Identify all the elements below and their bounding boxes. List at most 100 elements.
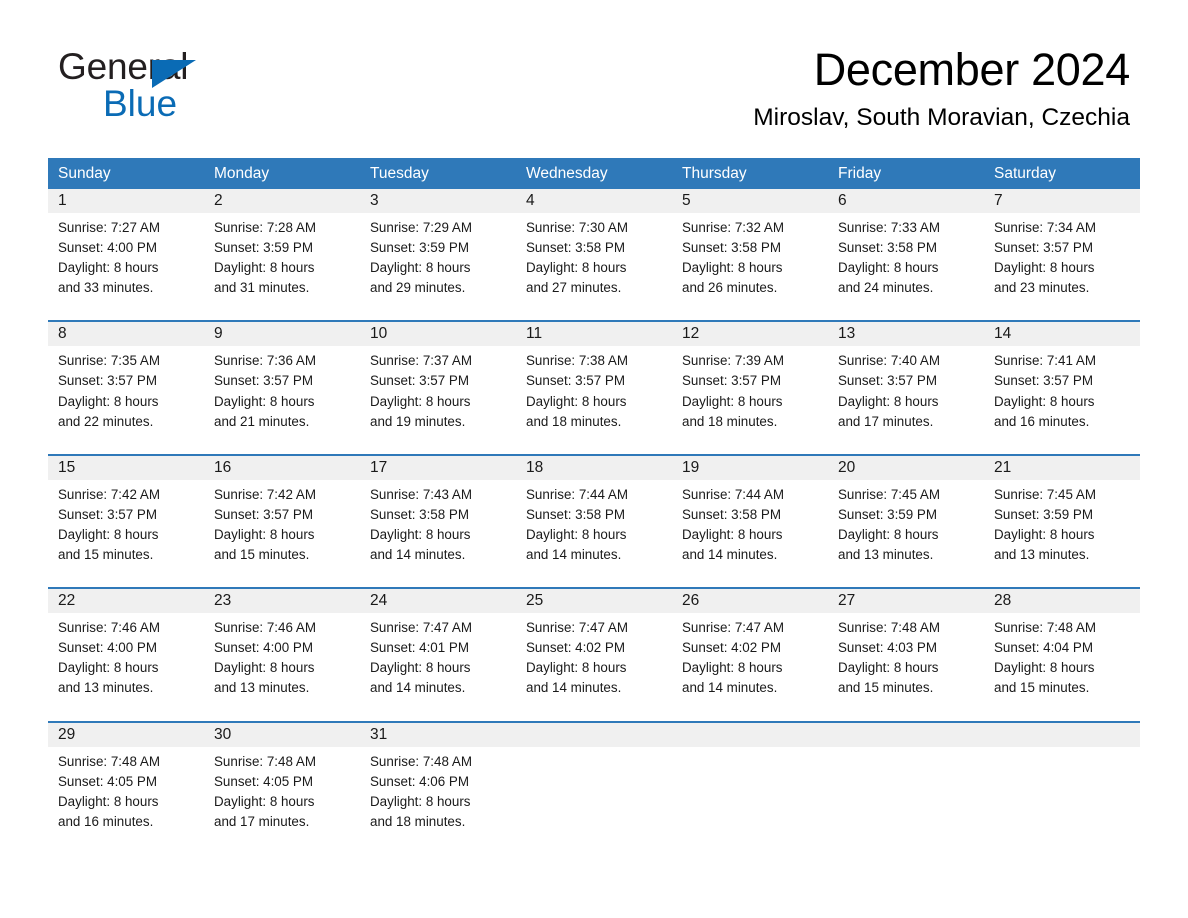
day-number[interactable]: 27	[828, 589, 984, 613]
day-cell[interactable]: Sunrise: 7:32 AM Sunset: 3:58 PM Dayligh…	[672, 218, 828, 298]
day-number[interactable]: 6	[828, 189, 984, 213]
sunrise-text: Sunrise: 7:48 AM	[370, 753, 472, 769]
page-title: December 2024	[813, 44, 1131, 95]
day-cell[interactable]: Sunrise: 7:47 AM Sunset: 4:01 PM Dayligh…	[360, 618, 516, 698]
calendar-table: Sunday Monday Tuesday Wednesday Thursday…	[48, 158, 1140, 836]
sunset-text: Sunset: 3:57 PM	[994, 240, 1093, 256]
day-cell[interactable]: Sunrise: 7:48 AM Sunset: 4:05 PM Dayligh…	[204, 752, 360, 832]
day-number[interactable]: 7	[984, 189, 1140, 213]
brand-name-blue: Blue	[103, 83, 178, 124]
day-cell[interactable]: Sunrise: 7:34 AM Sunset: 3:57 PM Dayligh…	[984, 218, 1140, 298]
day-cell[interactable]: Sunrise: 7:27 AM Sunset: 4:00 PM Dayligh…	[48, 218, 204, 298]
weekday-header-row: Sunday Monday Tuesday Wednesday Thursday…	[48, 158, 1140, 189]
sunrise-text: Sunrise: 7:45 AM	[994, 486, 1096, 502]
sunrise-text: Sunrise: 7:44 AM	[526, 486, 628, 502]
daylight-text-line2: and 16 minutes.	[994, 413, 1090, 429]
day-number[interactable]: 25	[516, 589, 672, 613]
day-number[interactable]: 17	[360, 456, 516, 480]
daylight-text-line1: Daylight: 8 hours	[214, 660, 315, 676]
weekday-header-monday: Monday	[214, 165, 270, 182]
day-cell[interactable]: Sunrise: 7:46 AM Sunset: 4:00 PM Dayligh…	[204, 618, 360, 698]
day-number[interactable]: 2	[204, 189, 360, 213]
sunset-text: Sunset: 3:57 PM	[682, 373, 781, 389]
day-number[interactable]: 18	[516, 456, 672, 480]
sunset-text: Sunset: 4:00 PM	[58, 240, 157, 256]
weekday-header-friday: Friday	[838, 165, 882, 182]
day-cell[interactable]: Sunrise: 7:36 AM Sunset: 3:57 PM Dayligh…	[204, 351, 360, 431]
day-number[interactable]: 29	[48, 723, 204, 747]
day-number[interactable]: 21	[984, 456, 1140, 480]
week-spacer	[48, 302, 1140, 321]
day-number[interactable]: 26	[672, 589, 828, 613]
day-cell[interactable]: Sunrise: 7:44 AM Sunset: 3:58 PM Dayligh…	[672, 485, 828, 565]
day-cell[interactable]: Sunrise: 7:48 AM Sunset: 4:03 PM Dayligh…	[828, 618, 984, 698]
day-number[interactable]: 20	[828, 456, 984, 480]
day-number[interactable]: 15	[48, 456, 204, 480]
day-cell[interactable]: Sunrise: 7:38 AM Sunset: 3:57 PM Dayligh…	[516, 351, 672, 431]
day-number[interactable]: 9	[204, 322, 360, 346]
day-number[interactable]: 16	[204, 456, 360, 480]
day-cell[interactable]: Sunrise: 7:45 AM Sunset: 3:59 PM Dayligh…	[828, 485, 984, 565]
day-cell[interactable]: Sunrise: 7:37 AM Sunset: 3:57 PM Dayligh…	[360, 351, 516, 431]
sunrise-text: Sunrise: 7:45 AM	[838, 486, 940, 502]
day-number[interactable]: 8	[48, 322, 204, 346]
day-cell[interactable]: Sunrise: 7:30 AM Sunset: 3:58 PM Dayligh…	[516, 218, 672, 298]
day-cell[interactable]: Sunrise: 7:42 AM Sunset: 3:57 PM Dayligh…	[48, 485, 204, 565]
day-cell[interactable]: Sunrise: 7:47 AM Sunset: 4:02 PM Dayligh…	[672, 618, 828, 698]
sunset-text: Sunset: 3:58 PM	[682, 506, 781, 522]
day-cell[interactable]: Sunrise: 7:41 AM Sunset: 3:57 PM Dayligh…	[984, 351, 1140, 431]
day-cell[interactable]: Sunrise: 7:40 AM Sunset: 3:57 PM Dayligh…	[828, 351, 984, 431]
day-number[interactable]: 31	[360, 723, 516, 747]
day-cell[interactable]: Sunrise: 7:45 AM Sunset: 3:59 PM Dayligh…	[984, 485, 1140, 565]
day-cell[interactable]: Sunrise: 7:44 AM Sunset: 3:58 PM Dayligh…	[516, 485, 672, 565]
daylight-text-line1: Daylight: 8 hours	[58, 793, 159, 809]
daylight-text-line1: Daylight: 8 hours	[370, 793, 471, 809]
date-number-band: 22 23 24 25 26 27 28	[48, 589, 1140, 614]
daylight-text-line1: Daylight: 8 hours	[526, 393, 627, 409]
brand-logo[interactable]: General Blue	[58, 48, 318, 124]
daylight-text-line2: and 15 minutes.	[214, 547, 310, 563]
day-number[interactable]: 5	[672, 189, 828, 213]
day-number[interactable]: 22	[48, 589, 204, 613]
day-number[interactable]: 4	[516, 189, 672, 213]
day-number[interactable]: 23	[204, 589, 360, 613]
day-cell[interactable]: Sunrise: 7:46 AM Sunset: 4:00 PM Dayligh…	[48, 618, 204, 698]
day-number[interactable]: 3	[360, 189, 516, 213]
day-number[interactable]: 13	[828, 322, 984, 346]
day-number[interactable]: 11	[516, 322, 672, 346]
day-cell[interactable]: Sunrise: 7:47 AM Sunset: 4:02 PM Dayligh…	[516, 618, 672, 698]
day-number[interactable]: 1	[48, 189, 204, 213]
day-cell[interactable]: Sunrise: 7:42 AM Sunset: 3:57 PM Dayligh…	[204, 485, 360, 565]
sunset-text: Sunset: 3:57 PM	[214, 373, 313, 389]
day-cell[interactable]: Sunrise: 7:48 AM Sunset: 4:05 PM Dayligh…	[48, 752, 204, 832]
day-cell[interactable]: Sunrise: 7:39 AM Sunset: 3:57 PM Dayligh…	[672, 351, 828, 431]
sunrise-text: Sunrise: 7:46 AM	[58, 620, 160, 636]
sunrise-text: Sunrise: 7:34 AM	[994, 220, 1096, 235]
day-number[interactable]: 28	[984, 589, 1140, 613]
sunset-text: Sunset: 3:58 PM	[682, 240, 781, 256]
sunset-text: Sunset: 3:58 PM	[838, 240, 937, 256]
daylight-text-line2: and 29 minutes.	[370, 280, 466, 296]
daylight-text-line1: Daylight: 8 hours	[838, 660, 939, 676]
week-row: 8 9 10 11 12 13 14 Sunrise: 7:35 AM Suns…	[48, 302, 1140, 436]
weekday-header-wednesday: Wednesday	[526, 165, 608, 182]
day-number[interactable]: 14	[984, 322, 1140, 346]
day-cell[interactable]: Sunrise: 7:35 AM Sunset: 3:57 PM Dayligh…	[48, 351, 204, 431]
day-number[interactable]: 24	[360, 589, 516, 613]
week-spacer	[48, 702, 1140, 721]
day-cell[interactable]: Sunrise: 7:33 AM Sunset: 3:58 PM Dayligh…	[828, 218, 984, 298]
week-row: 1 2 3 4 5 6 7 Sunrise: 7:27 AM Sunset: 4…	[48, 189, 1140, 303]
sunset-text: Sunset: 4:02 PM	[682, 640, 781, 656]
day-number[interactable]: 30	[204, 723, 360, 747]
day-cell[interactable]: Sunrise: 7:48 AM Sunset: 4:04 PM Dayligh…	[984, 618, 1140, 698]
day-cell[interactable]: Sunrise: 7:28 AM Sunset: 3:59 PM Dayligh…	[204, 218, 360, 298]
day-cell[interactable]: Sunrise: 7:29 AM Sunset: 3:59 PM Dayligh…	[360, 218, 516, 298]
day-cell[interactable]: Sunrise: 7:48 AM Sunset: 4:06 PM Dayligh…	[360, 752, 516, 832]
weekday-header-sunday: Sunday	[58, 165, 111, 182]
day-number[interactable]: 10	[360, 322, 516, 346]
day-number[interactable]: 12	[672, 322, 828, 346]
daylight-text-line2: and 27 minutes.	[526, 280, 622, 296]
day-cell[interactable]: Sunrise: 7:43 AM Sunset: 3:58 PM Dayligh…	[360, 485, 516, 565]
daylight-text-line1: Daylight: 8 hours	[58, 393, 159, 409]
day-number[interactable]: 19	[672, 456, 828, 480]
